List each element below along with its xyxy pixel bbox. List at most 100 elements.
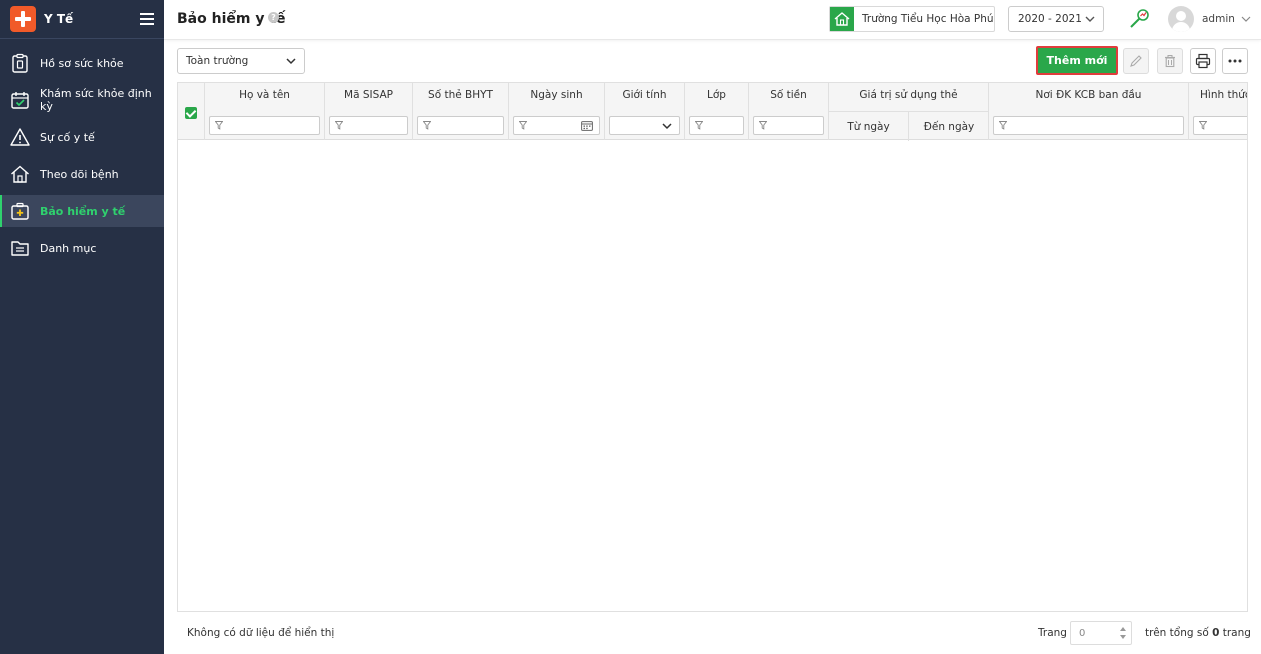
- filter-funnel-icon: [759, 121, 767, 130]
- filter-full-name[interactable]: [209, 116, 320, 135]
- empty-data-message: Không có dữ liệu để hiển thị: [187, 627, 335, 639]
- column-card-validity: Giá trị sử dụng thẻ Từ ngày Đến ngày: [829, 83, 989, 141]
- column-header[interactable]: Giá trị sử dụng thẻ: [829, 89, 988, 101]
- sidebar-item-label: Theo dõi bệnh: [40, 167, 119, 181]
- filter-card-number[interactable]: [417, 116, 504, 135]
- column-header[interactable]: Hình thức: [1189, 89, 1247, 101]
- hamburger-menu-icon[interactable]: [140, 13, 154, 25]
- column-header[interactable]: Nơi ĐK KCB ban đầu: [989, 89, 1188, 101]
- select-all-checkbox[interactable]: [185, 107, 197, 119]
- filter-funnel-icon: [215, 121, 223, 130]
- filter-funnel-icon: [423, 121, 431, 130]
- total-pages-count: 0: [1212, 627, 1220, 639]
- scope-select[interactable]: Toàn trường: [177, 48, 305, 74]
- medical-cross-logo-icon: [10, 6, 36, 32]
- grid-header: Họ và tên Mã SISAP Số thẻ BHYT Ngày sinh: [178, 83, 1247, 141]
- column-header[interactable]: Mã SISAP: [325, 89, 412, 101]
- scope-select-value: Toàn trường: [186, 55, 249, 67]
- delete-button[interactable]: [1157, 48, 1183, 74]
- chevron-down-icon: [662, 123, 672, 130]
- chevron-down-icon: [1241, 16, 1251, 22]
- page-label: Trang: [1038, 627, 1067, 639]
- school-year-select[interactable]: 2020 - 2021: [1008, 6, 1104, 32]
- total-prefix: trên tổng số: [1145, 627, 1209, 639]
- column-header[interactable]: Ngày sinh: [509, 89, 604, 101]
- school-house-icon: [830, 7, 854, 31]
- column-header[interactable]: Giới tính: [605, 89, 684, 101]
- column-to-date[interactable]: Đến ngày: [909, 112, 989, 141]
- more-options-button[interactable]: [1222, 48, 1248, 74]
- column-header[interactable]: Lớp: [685, 89, 748, 101]
- chevron-down-icon: [286, 58, 296, 65]
- column-amount: Số tiền: [749, 83, 829, 140]
- total-pages-text: trên tổng số 0 trang: [1145, 627, 1251, 639]
- calendar-check-icon: [10, 90, 30, 110]
- filter-funnel-icon: [519, 121, 527, 130]
- sidebar-item-disease-tracking[interactable]: Theo dõi bệnh: [0, 158, 164, 190]
- sidebar-item-label: Bảo hiểm y tế: [40, 204, 126, 218]
- filter-form[interactable]: [1193, 116, 1247, 135]
- select-all-column: [178, 83, 205, 140]
- help-icon[interactable]: ?: [268, 12, 279, 23]
- filter-funnel-icon: [1199, 121, 1207, 130]
- sidebar-item-periodic-checkup[interactable]: Khám sức khỏe định kỳ: [0, 84, 164, 116]
- sidebar-item-health-insurance[interactable]: Bảo hiểm y tế: [0, 195, 164, 227]
- sidebar-item-medical-incident[interactable]: Sự cố y tế: [0, 121, 164, 153]
- column-full-name: Họ và tên: [205, 83, 325, 140]
- user-menu[interactable]: admin: [1168, 6, 1251, 32]
- tools-icon[interactable]: [1128, 7, 1152, 31]
- add-new-label: Thêm mới: [1046, 54, 1108, 67]
- ellipsis-icon: [1228, 59, 1242, 63]
- filter-amount[interactable]: [753, 116, 824, 135]
- filter-gender-select[interactable]: [609, 116, 680, 135]
- insurance-grid: Họ và tên Mã SISAP Số thẻ BHYT Ngày sinh: [177, 82, 1248, 612]
- warning-icon: [10, 127, 30, 147]
- sidebar-divider: [0, 38, 164, 39]
- sidebar-item-health-records[interactable]: Hồ sơ sức khỏe: [0, 47, 164, 79]
- filter-funnel-icon: [335, 121, 343, 130]
- calendar-icon[interactable]: [581, 120, 593, 131]
- sidebar-item-catalog[interactable]: Danh mục: [0, 232, 164, 264]
- column-card-number: Số thẻ BHYT: [413, 83, 509, 140]
- print-button[interactable]: [1190, 48, 1216, 74]
- add-new-button[interactable]: Thêm mới: [1036, 46, 1118, 75]
- sidebar: Y Tế Hồ sơ sức khỏe Khám sức khỏe định k…: [0, 0, 164, 654]
- column-header[interactable]: Họ và tên: [205, 89, 324, 101]
- sidebar-header: Y Tế: [0, 0, 164, 38]
- sidebar-item-label: Khám sức khỏe định kỳ: [40, 87, 152, 113]
- school-selector[interactable]: Trường Tiểu Học Hòa Phú: [829, 6, 995, 32]
- filter-funnel-icon: [999, 121, 1007, 130]
- clipboard-icon: [10, 53, 30, 73]
- column-header[interactable]: Số thẻ BHYT: [413, 89, 508, 101]
- column-gender: Giới tính: [605, 83, 685, 140]
- sidebar-item-label: Danh mục: [40, 241, 97, 255]
- sidebar-item-label: Hồ sơ sức khỏe: [40, 56, 124, 70]
- column-initial-registration-place: Nơi ĐK KCB ban đầu: [989, 83, 1189, 140]
- folder-icon: [10, 238, 30, 258]
- top-header: Bảo hiểm y tế ? Trường Tiểu Học Hòa Phú …: [164, 0, 1261, 40]
- school-name: Trường Tiểu Học Hòa Phú: [862, 13, 994, 25]
- total-suffix: trang: [1222, 627, 1251, 639]
- filter-class[interactable]: [689, 116, 744, 135]
- column-date-of-birth: Ngày sinh: [509, 83, 605, 140]
- filter-sisap-code[interactable]: [329, 116, 408, 135]
- filter-funnel-icon: [695, 121, 703, 130]
- trash-icon: [1165, 55, 1175, 68]
- medical-bag-icon: [10, 201, 30, 221]
- chevron-down-icon: [1085, 16, 1095, 22]
- column-header[interactable]: Số tiền: [749, 89, 828, 101]
- user-name: admin: [1202, 13, 1235, 25]
- page-number-input[interactable]: 0: [1070, 621, 1132, 645]
- spinner-arrows-icon[interactable]: [1119, 625, 1127, 641]
- printer-icon: [1195, 53, 1211, 69]
- validity-subheader: Từ ngày Đến ngày: [829, 111, 989, 141]
- filter-registration-place[interactable]: [993, 116, 1184, 135]
- filter-date-of-birth[interactable]: [513, 116, 600, 135]
- edit-button[interactable]: [1123, 48, 1149, 74]
- sidebar-item-label: Sự cố y tế: [40, 130, 95, 144]
- page-number-value: 0: [1079, 627, 1086, 639]
- pencil-icon: [1130, 55, 1142, 67]
- column-from-date[interactable]: Từ ngày: [829, 112, 909, 141]
- house-icon: [10, 164, 30, 184]
- column-sisap-code: Mã SISAP: [325, 83, 413, 140]
